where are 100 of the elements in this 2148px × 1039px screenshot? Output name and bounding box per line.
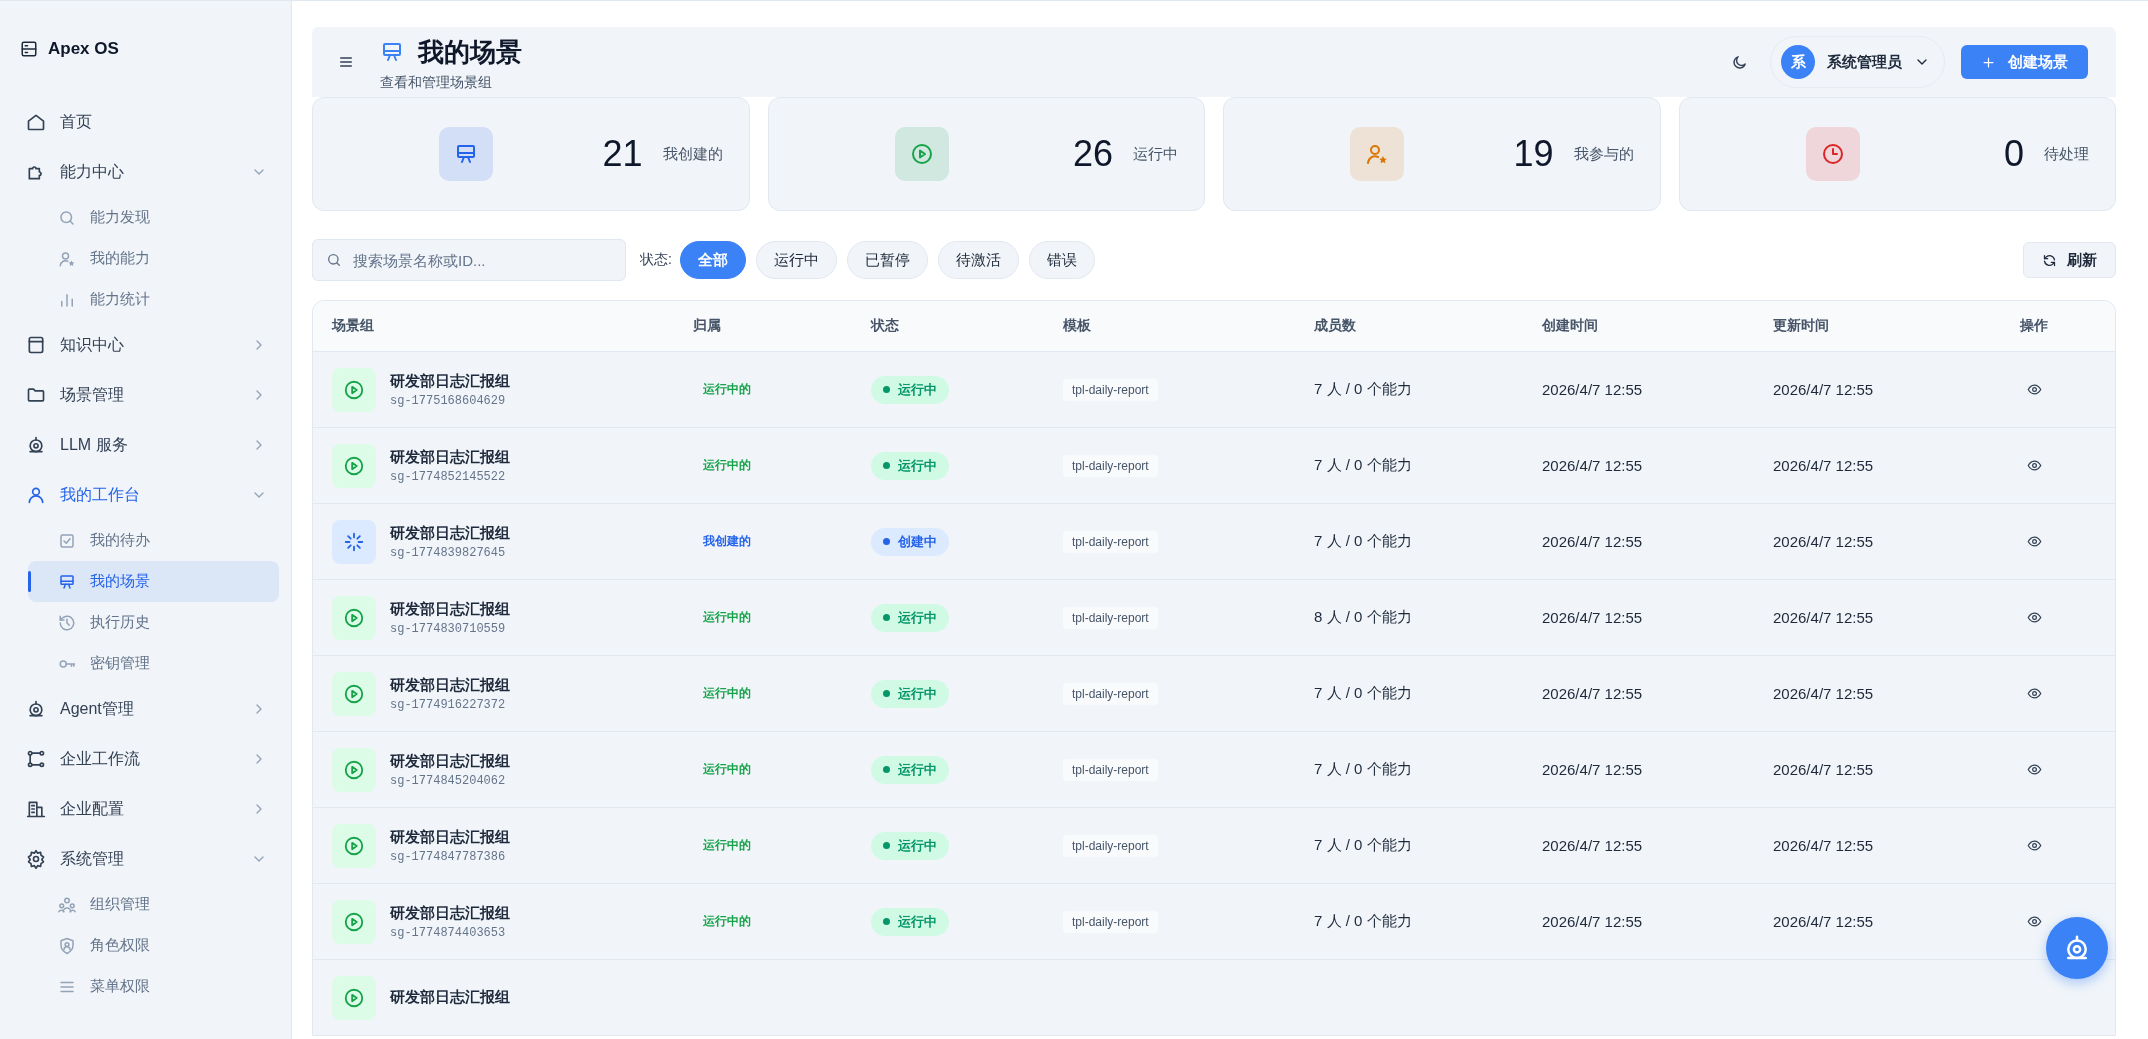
table-cell-text: 7 人 / 0 个能力 xyxy=(1314,456,1413,475)
sidebar-subitem[interactable]: 我的待办 xyxy=(28,520,279,561)
spinner-icon xyxy=(343,530,365,553)
owner-tag: 运行中的 xyxy=(703,381,871,398)
sidebar-item[interactable]: LLM 服务 xyxy=(14,420,279,470)
sidebar-subitem[interactable]: 能力发现 xyxy=(28,197,279,238)
filter-chip[interactable]: 错误 xyxy=(1028,241,1095,279)
template-tag: tpl-daily-report xyxy=(1063,530,1158,553)
table-cell-text: 2026/4/7 12:55 xyxy=(1542,761,1644,778)
stat-value: 19 xyxy=(1513,133,1554,175)
view-button[interactable] xyxy=(2026,534,2042,549)
stat-value: 21 xyxy=(602,133,643,175)
page-title: 我的场景 xyxy=(418,35,522,69)
sidebar-item[interactable]: 我的工作台 xyxy=(14,470,279,520)
shield-icon xyxy=(58,936,76,955)
table-cell-text: 7 人 / 0 个能力 xyxy=(1314,912,1413,931)
scene-id: sg-1774839827645 xyxy=(390,545,507,560)
sidebar-subitem[interactable]: 执行历史 xyxy=(28,602,279,643)
search-field[interactable]: 搜索场景名称或ID... xyxy=(312,239,626,281)
screen-icon xyxy=(380,40,404,64)
template-tag: tpl-daily-report xyxy=(1063,758,1158,781)
stat-label: 我参与的 xyxy=(1573,144,1634,164)
view-button[interactable] xyxy=(2026,610,2042,625)
sidebar-item[interactable]: Agent管理 xyxy=(14,684,279,734)
table-cell-text: 2026/4/7 12:55 xyxy=(1773,533,1875,550)
status-badge: 运行中 xyxy=(871,755,949,784)
sidebar-item[interactable]: 企业配置 xyxy=(14,784,279,834)
view-button[interactable] xyxy=(2026,838,2042,853)
table-cell-text: 2026/4/7 12:55 xyxy=(1773,609,1875,626)
play-icon xyxy=(343,986,365,1009)
sidebar-item[interactable]: 系统管理 xyxy=(14,834,279,884)
view-button[interactable] xyxy=(2026,686,2042,701)
search-icon xyxy=(326,252,342,268)
sidebar-subitem[interactable]: 我的能力 xyxy=(28,238,279,279)
screen-icon xyxy=(58,572,76,591)
sidebar-item[interactable]: 首页 xyxy=(14,97,279,147)
refresh-button[interactable]: 刷新 xyxy=(2023,242,2116,278)
sidebar-subitem[interactable]: 组织管理 xyxy=(28,884,279,925)
scene-id: sg-1774852145522 xyxy=(390,469,507,484)
filter-chip[interactable]: 待激活 xyxy=(937,241,1019,279)
play-icon xyxy=(343,834,365,857)
column-header: 模板 xyxy=(1063,317,1092,335)
owner-tag: 运行中的 xyxy=(703,837,871,854)
status-badge: 运行中 xyxy=(871,451,949,480)
history-icon xyxy=(58,613,76,632)
view-button[interactable] xyxy=(2026,914,2042,929)
table-cell-text: 2026/4/7 12:55 xyxy=(1542,837,1644,854)
table-cell-text: 2026/4/7 12:55 xyxy=(1542,685,1644,702)
scene-id: sg-1774874403653 xyxy=(390,925,507,940)
folder-icon xyxy=(26,385,46,405)
view-button[interactable] xyxy=(2026,458,2042,473)
table-cell-text: 2026/4/7 12:55 xyxy=(1773,761,1875,778)
play-icon xyxy=(343,682,365,705)
stat-value: 26 xyxy=(1072,133,1113,175)
scene-id: sg-1775168604629 xyxy=(390,393,507,408)
sidebar-item[interactable]: 知识中心 xyxy=(14,320,279,370)
status-badge: 运行中 xyxy=(871,831,949,860)
column-header: 状态 xyxy=(871,317,900,335)
template-tag: tpl-daily-report xyxy=(1063,454,1158,477)
column-header: 成员数 xyxy=(1314,317,1357,335)
scene-name: 研发部日志汇报组 xyxy=(390,523,510,543)
status-badge: 创建中 xyxy=(871,527,949,556)
filter-chip[interactable]: 运行中 xyxy=(755,241,837,279)
table-cell-text: 2026/4/7 12:55 xyxy=(1773,685,1875,702)
sidebar-subitem[interactable]: 我的场景 xyxy=(28,561,279,602)
user-name: 系统管理员 xyxy=(1827,52,1902,72)
filter-chip[interactable]: 全部 xyxy=(679,241,746,279)
scene-name: 研发部日志汇报组 xyxy=(390,447,510,467)
sidebar-subitem[interactable]: 菜单权限 xyxy=(28,966,279,1007)
scene-name: 研发部日志汇报组 xyxy=(390,675,510,695)
view-button[interactable] xyxy=(2026,382,2042,397)
sidebar-item[interactable]: 能力中心 xyxy=(14,147,279,197)
robot-icon xyxy=(26,699,46,719)
sidebar-item[interactable]: 企业工作流 xyxy=(14,734,279,784)
sidebar-subitem[interactable]: 能力统计 xyxy=(28,279,279,320)
create-scene-button[interactable]: 创建场景 xyxy=(1961,45,2088,79)
search-icon xyxy=(58,208,76,227)
table-cell-text: 7 人 / 0 个能力 xyxy=(1314,532,1413,551)
status-badge: 运行中 xyxy=(871,375,949,404)
filter-chip[interactable]: 已暂停 xyxy=(846,241,928,279)
view-button[interactable] xyxy=(2026,762,2042,777)
table-cell-text: 7 人 / 0 个能力 xyxy=(1314,760,1413,779)
brand-name: Apex OS xyxy=(48,39,119,59)
sidebar-item[interactable]: 场景管理 xyxy=(14,370,279,420)
table-cell-text: 2026/4/7 12:55 xyxy=(1542,533,1644,550)
sidebar-subitem[interactable]: 密钥管理 xyxy=(28,643,279,684)
user-menu[interactable]: 系 系统管理员 xyxy=(1770,36,1945,88)
dark-mode-button[interactable] xyxy=(1731,53,1748,71)
flow-icon xyxy=(26,749,46,769)
table-cell-text: 2026/4/7 12:55 xyxy=(1542,457,1644,474)
owner-tag: 运行中的 xyxy=(703,457,871,474)
sidebar-subitem[interactable]: 角色权限 xyxy=(28,925,279,966)
menu-button[interactable] xyxy=(338,54,354,70)
scene-id: sg-1774830710559 xyxy=(390,621,507,636)
status-badge: 运行中 xyxy=(871,679,949,708)
play-icon xyxy=(343,606,365,629)
owner-tag: 运行中的 xyxy=(703,609,871,626)
building-icon xyxy=(26,799,46,819)
robot-icon xyxy=(26,435,46,455)
user-star-icon xyxy=(58,249,76,268)
